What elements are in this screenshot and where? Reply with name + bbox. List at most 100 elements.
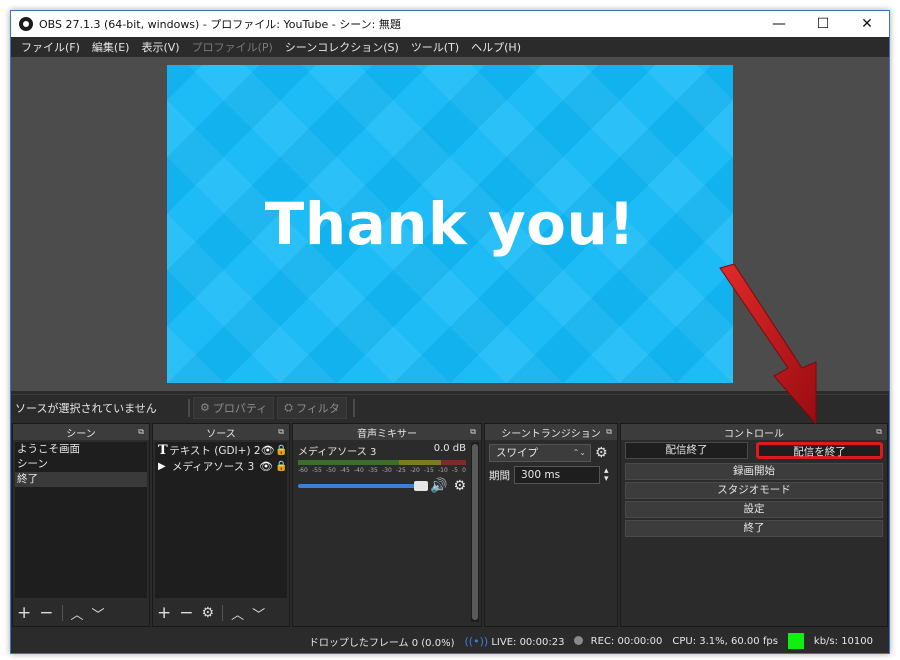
remove-icon[interactable]: − bbox=[39, 603, 53, 623]
rec-time: REC: 00:00:00 bbox=[590, 635, 663, 647]
gear-icon[interactable]: ⚙ bbox=[453, 478, 466, 494]
scene-item[interactable]: ようこそ画面 bbox=[15, 442, 147, 457]
channel-name: メディアソース 3 bbox=[298, 447, 377, 458]
mixer-channel-header: メディアソース 3 0.0 dB bbox=[295, 442, 469, 458]
dropped-frames: ドロップしたフレーム 0 (0.0%) bbox=[308, 637, 455, 649]
text-icon: T bbox=[158, 442, 168, 458]
add-icon[interactable]: + bbox=[157, 603, 171, 623]
rec-status: REC: 00:00:00 bbox=[574, 636, 662, 647]
cpu-status: CPU: 3.1%, 60.00 fps bbox=[672, 635, 778, 647]
studio-mode-button[interactable]: スタジオモード bbox=[625, 482, 883, 499]
play-icon: ▶ bbox=[158, 460, 166, 472]
transitions-title: シーントランジション bbox=[501, 428, 601, 440]
scenes-header: シーン ⧉ bbox=[13, 424, 149, 440]
move-up-icon[interactable]: ︿ bbox=[71, 604, 84, 623]
scale-tick: -40 bbox=[354, 467, 364, 474]
move-down-icon[interactable]: ﹀ bbox=[252, 604, 265, 623]
source-toolbar: ソースが選択されていません ⚙ プロパティ ⛭ フィルタ bbox=[11, 394, 889, 420]
add-icon[interactable]: + bbox=[17, 603, 31, 623]
menu-file[interactable]: ファイル(F) bbox=[15, 39, 86, 55]
live-status: ((•)) LIVE: 00:00:23 bbox=[465, 635, 565, 648]
menu-tools[interactable]: ツール(T) bbox=[405, 39, 465, 55]
controls-header: コントロール ⧉ bbox=[621, 424, 887, 440]
scale-tick: -35 bbox=[368, 467, 378, 474]
source-item[interactable]: ▶ メディアソース 3 👁 🔒 bbox=[155, 458, 287, 474]
gear-icon[interactable]: ⚙ bbox=[202, 605, 215, 621]
menu-view[interactable]: 表示(V) bbox=[135, 39, 185, 55]
title-bar: OBS 27.1.3 (64-bit, windows) - プロファイル: Y… bbox=[11, 11, 889, 37]
divider bbox=[188, 398, 190, 417]
scale-tick: 0 bbox=[462, 467, 466, 474]
settings-button[interactable]: 設定 bbox=[625, 501, 883, 518]
move-up-icon[interactable]: ︿ bbox=[231, 604, 244, 623]
duration-label: 期間 bbox=[489, 469, 510, 482]
sources-footer: + − ⚙ ︿ ﹀ bbox=[153, 600, 289, 626]
move-down-icon[interactable]: ﹀ bbox=[92, 604, 105, 623]
filters-button[interactable]: ⛭ フィルタ bbox=[277, 396, 347, 419]
audio-mixer-dock: 音声ミキサー ⧉ メディアソース 3 0.0 dB -60 -55 -50 -4… bbox=[292, 423, 482, 627]
meter-scale: -60 -55 -50 -45 -40 -35 -30 -25 -20 -15 … bbox=[298, 467, 466, 474]
duration-row: 期間 300 ms ▴ ▾ bbox=[489, 466, 613, 484]
no-source-label: ソースが選択されていません bbox=[15, 401, 157, 415]
mixer-scrollbar[interactable] bbox=[471, 442, 479, 622]
start-recording-button[interactable]: 録画開始 bbox=[625, 463, 883, 480]
scene-transitions-dock: シーントランジション ⧉ スワイプ ⚙ 期間 300 ms ▴▾ bbox=[484, 423, 618, 627]
scale-tick: -30 bbox=[382, 467, 392, 474]
remove-icon[interactable]: − bbox=[179, 603, 193, 623]
properties-label: プロパティ bbox=[212, 401, 268, 415]
stop-stream-button[interactable]: 配信終了 bbox=[625, 442, 748, 459]
source-name: テキスト (GDI+) 2 bbox=[169, 444, 261, 457]
scrollbar-thumb[interactable] bbox=[472, 444, 478, 620]
mixer-channel: メディアソース 3 0.0 dB -60 -55 -50 -45 -40 -35… bbox=[295, 442, 469, 498]
maximize-button[interactable]: ☐ bbox=[801, 11, 845, 37]
scene-item[interactable]: シーン bbox=[15, 457, 147, 472]
scale-tick: -15 bbox=[424, 467, 434, 474]
eye-icon[interactable]: 👁 bbox=[261, 444, 275, 457]
sources-header: ソース ⧉ bbox=[153, 424, 289, 440]
source-item[interactable]: T テキスト (GDI+) 2 👁 🔒 bbox=[155, 442, 287, 458]
menu-help[interactable]: ヘルプ(H) bbox=[465, 39, 527, 55]
menu-edit[interactable]: 編集(E) bbox=[86, 39, 136, 55]
divider bbox=[222, 605, 224, 621]
obs-window: OBS 27.1.3 (64-bit, windows) - プロファイル: Y… bbox=[10, 10, 890, 654]
spin-icon[interactable]: ▴ ▾ bbox=[604, 467, 609, 484]
transition-select[interactable]: スワイプ bbox=[489, 444, 591, 462]
duration-input[interactable]: 300 ms bbox=[514, 466, 600, 484]
speaker-icon[interactable]: 🔊 bbox=[430, 478, 447, 494]
gear-icon: ⚙ bbox=[200, 401, 210, 414]
bitrate-value: kb/s: 10100 bbox=[813, 635, 873, 647]
eye-icon[interactable]: 👁 bbox=[257, 460, 275, 473]
scale-tick: -45 bbox=[340, 467, 350, 474]
scale-tick: -55 bbox=[312, 467, 322, 474]
undock-icon[interactable]: ⧉ bbox=[606, 427, 612, 437]
program-preview[interactable]: Thank you! bbox=[167, 65, 733, 383]
broadcast-icon: ((•)) bbox=[464, 634, 489, 648]
sources-title: ソース bbox=[206, 428, 236, 440]
undock-icon[interactable]: ⧉ bbox=[138, 427, 144, 437]
lock-icon[interactable]: 🔒 bbox=[275, 461, 287, 472]
undock-icon[interactable]: ⧉ bbox=[470, 427, 476, 437]
lock-icon[interactable]: 🔒 bbox=[275, 445, 287, 456]
volume-slider[interactable] bbox=[298, 481, 428, 491]
preview-text: Thank you! bbox=[264, 190, 636, 258]
controls-title: コントロール bbox=[724, 428, 784, 440]
transitions-header: シーントランジション ⧉ bbox=[485, 424, 617, 440]
minimize-button[interactable]: — bbox=[757, 11, 801, 37]
transition-select-row: スワイプ ⚙ bbox=[489, 444, 613, 462]
menu-profile[interactable]: プロファイル(P) bbox=[186, 39, 279, 55]
scenes-list: ようこそ画面 シーン 終了 bbox=[15, 442, 147, 598]
scenes-title: シーン bbox=[66, 428, 96, 440]
volume-slider-handle[interactable] bbox=[414, 481, 428, 491]
scenes-dock: シーン ⧉ ようこそ画面 シーン 終了 + − ︿ ﹀ bbox=[12, 423, 150, 627]
menu-scene-collection[interactable]: シーンコレクション(S) bbox=[279, 39, 405, 55]
filters-label: フィルタ bbox=[296, 401, 340, 415]
gear-icon[interactable]: ⚙ bbox=[595, 445, 608, 461]
properties-button[interactable]: ⚙ プロパティ bbox=[193, 396, 275, 419]
undock-icon[interactable]: ⧉ bbox=[278, 427, 284, 437]
exit-button[interactable]: 終了 bbox=[625, 520, 883, 537]
close-button[interactable]: ✕ bbox=[845, 11, 889, 37]
source-name: メディアソース 3 bbox=[172, 460, 255, 473]
scene-item-selected[interactable]: 終了 bbox=[15, 472, 147, 487]
end-stream-confirm-button[interactable]: 配信を終了 bbox=[756, 442, 883, 459]
undock-icon[interactable]: ⧉ bbox=[876, 427, 882, 437]
